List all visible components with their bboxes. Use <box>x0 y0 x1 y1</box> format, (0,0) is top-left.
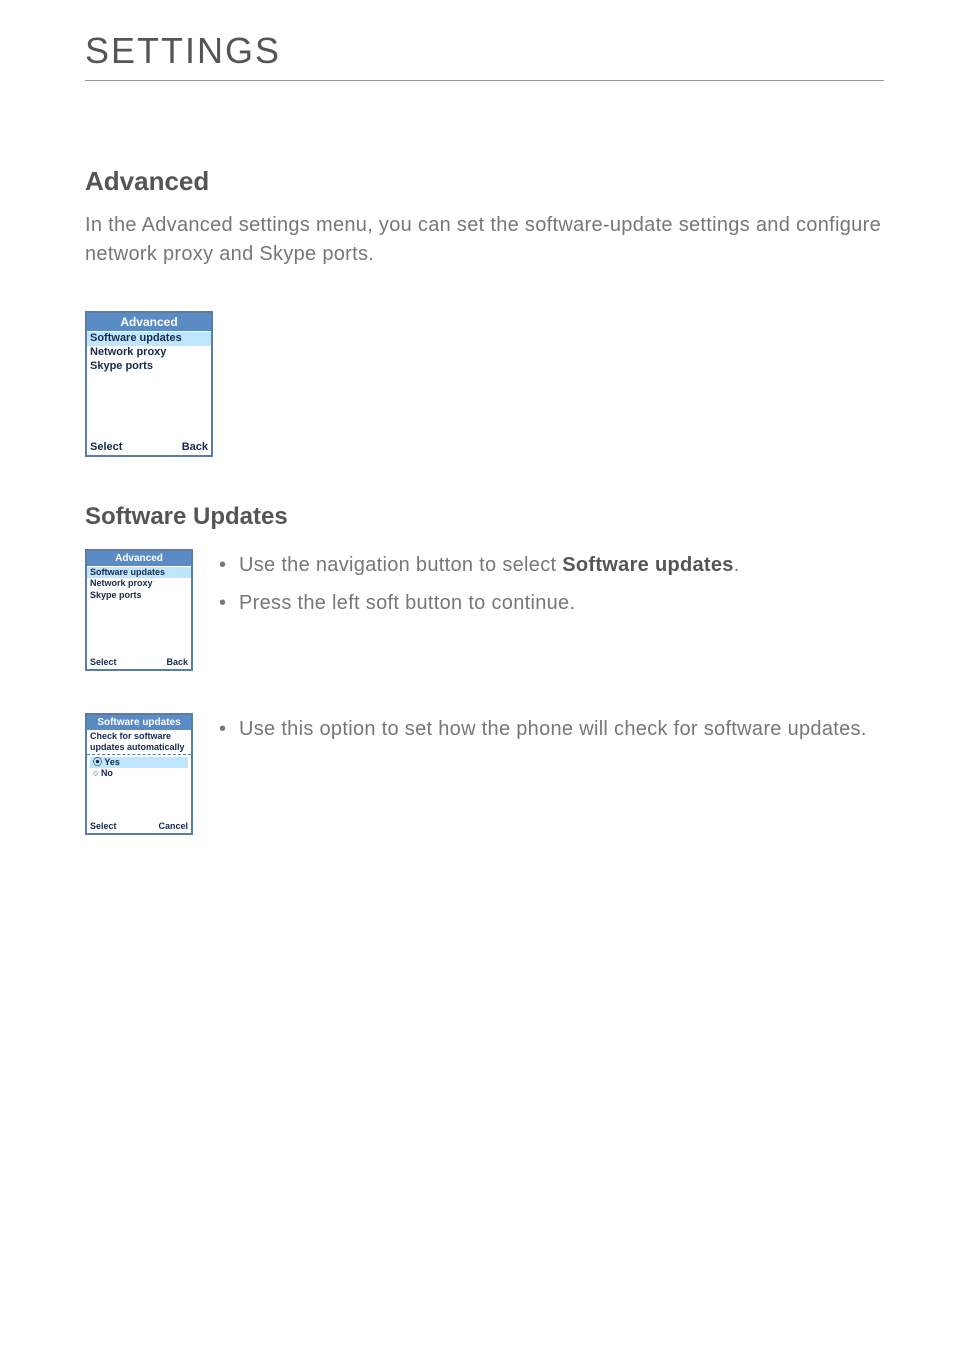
advanced-intro: In the Advanced settings menu, you can s… <box>85 211 884 269</box>
step-row-2: Software updates Check for software upda… <box>85 713 884 835</box>
phone-radio-option[interactable]: ○ No <box>90 768 188 779</box>
phone-menu-item[interactable]: Network proxy <box>87 578 191 589</box>
phone-header: Advanced <box>87 551 191 566</box>
bullet-item: Use the navigation button to select Soft… <box>219 549 884 581</box>
advanced-heading: Advanced <box>85 166 884 197</box>
softkey-left[interactable]: Select <box>90 821 117 831</box>
phone-screen-advanced: Advanced Software updates Network proxy … <box>85 311 213 457</box>
phone-footer: Select Back <box>87 655 191 669</box>
phone-radio-option-selected[interactable]: ⦿ Yes <box>90 757 188 768</box>
software-updates-heading: Software Updates <box>85 503 884 531</box>
page-title: SETTINGS <box>85 30 884 81</box>
step-bullets-2: Use this option to set how the phone wil… <box>219 713 884 751</box>
phone-menu-item[interactable]: Network proxy <box>87 346 211 360</box>
phone-header: Advanced <box>87 313 211 331</box>
bullet-item: Use this option to set how the phone wil… <box>219 713 884 745</box>
phone-footer: Select Cancel <box>87 819 191 833</box>
phone-body: Software updates Network proxy Skype por… <box>87 566 191 655</box>
phone-subtitle: Check for software updates automatically <box>87 731 191 754</box>
softkey-right[interactable]: Back <box>166 657 188 667</box>
phone-body: Software updates Network proxy Skype por… <box>87 331 211 439</box>
bullet-text: . <box>734 554 740 576</box>
softkey-left[interactable]: Select <box>90 441 122 453</box>
phone-menu-item[interactable]: Skype ports <box>87 360 211 374</box>
phone-menu-item-selected[interactable]: Software updates <box>87 332 211 346</box>
option-label: Yes <box>104 757 120 767</box>
phone-footer: Select Back <box>87 439 211 455</box>
bullet-text: Use the navigation button to select <box>239 554 562 576</box>
phone-menu-item[interactable]: Skype ports <box>87 590 191 601</box>
option-label: No <box>101 768 113 778</box>
bullet-item: Press the left soft button to continue. <box>219 587 884 619</box>
phone-menu-item-selected[interactable]: Software updates <box>87 567 191 578</box>
softkey-right[interactable]: Back <box>182 441 208 453</box>
softkey-right[interactable]: Cancel <box>158 821 188 831</box>
phone-screen-advanced-small: Advanced Software updates Network proxy … <box>85 549 193 671</box>
phone-header: Software updates <box>87 715 191 730</box>
bullet-strong: Software updates <box>562 554 734 576</box>
softkey-left[interactable]: Select <box>90 657 117 667</box>
step-bullets-1: Use the navigation button to select Soft… <box>219 549 884 625</box>
step-row-1: Advanced Software updates Network proxy … <box>85 549 884 671</box>
phone-screen-software-updates: Software updates Check for software upda… <box>85 713 193 835</box>
phone-body: Check for software updates automatically… <box>87 730 191 819</box>
